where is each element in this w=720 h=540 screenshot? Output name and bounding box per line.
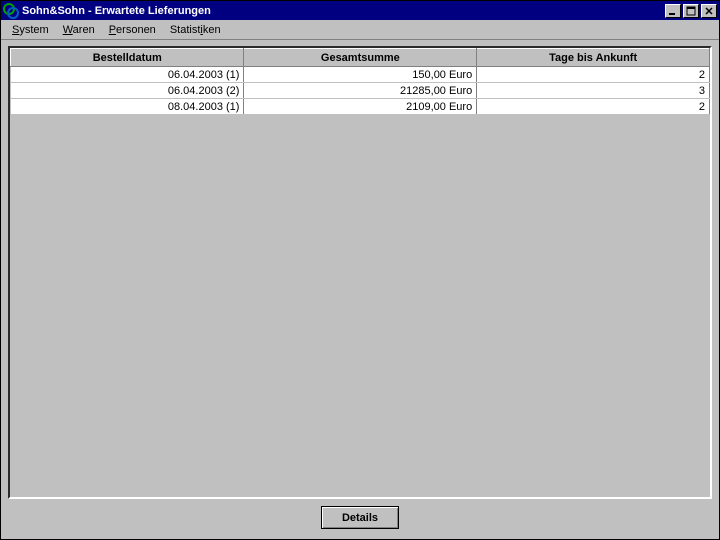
col-header-date[interactable]: Bestelldatum	[11, 49, 244, 67]
cell-days: 2	[477, 99, 710, 115]
window-frame: Sohn&Sohn - Erwartete Lieferungen System…	[0, 0, 720, 540]
deliveries-table: Bestelldatum Gesamtsumme Tage bis Ankunf…	[10, 48, 710, 115]
cell-sum: 150,00 Euro	[244, 67, 477, 83]
cell-date: 06.04.2003 (1)	[11, 67, 244, 83]
client-area: Bestelldatum Gesamtsumme Tage bis Ankunf…	[1, 40, 719, 539]
cell-days: 3	[477, 83, 710, 99]
table-row[interactable]: 08.04.2003 (1)2109,00 Euro2	[11, 99, 710, 115]
table-container: Bestelldatum Gesamtsumme Tage bis Ankunf…	[8, 46, 712, 499]
menu-waren[interactable]: Waren	[56, 22, 102, 38]
titlebar: Sohn&Sohn - Erwartete Lieferungen	[1, 1, 719, 20]
maximize-button[interactable]	[683, 4, 699, 18]
menubar: SystemWarenPersonenStatistiken	[1, 20, 719, 40]
cell-date: 08.04.2003 (1)	[11, 99, 244, 115]
cell-date: 06.04.2003 (2)	[11, 83, 244, 99]
table-row[interactable]: 06.04.2003 (2)21285,00 Euro3	[11, 83, 710, 99]
cell-sum: 2109,00 Euro	[244, 99, 477, 115]
button-row: Details	[8, 499, 712, 533]
menu-system[interactable]: System	[5, 22, 56, 38]
minimize-button[interactable]	[665, 4, 681, 18]
cell-days: 2	[477, 67, 710, 83]
table-header-row: Bestelldatum Gesamtsumme Tage bis Ankunf…	[11, 49, 710, 67]
menu-personen[interactable]: Personen	[102, 22, 163, 38]
table-row[interactable]: 06.04.2003 (1)150,00 Euro2	[11, 67, 710, 83]
window-title: Sohn&Sohn - Erwartete Lieferungen	[22, 5, 663, 17]
cell-sum: 21285,00 Euro	[244, 83, 477, 99]
col-header-days[interactable]: Tage bis Ankunft	[477, 49, 710, 67]
col-header-sum[interactable]: Gesamtsumme	[244, 49, 477, 67]
details-button[interactable]: Details	[321, 506, 399, 529]
close-button[interactable]	[701, 4, 717, 18]
menu-statistiken[interactable]: Statistiken	[163, 22, 228, 38]
app-icon	[3, 3, 19, 19]
window-controls	[663, 4, 717, 18]
